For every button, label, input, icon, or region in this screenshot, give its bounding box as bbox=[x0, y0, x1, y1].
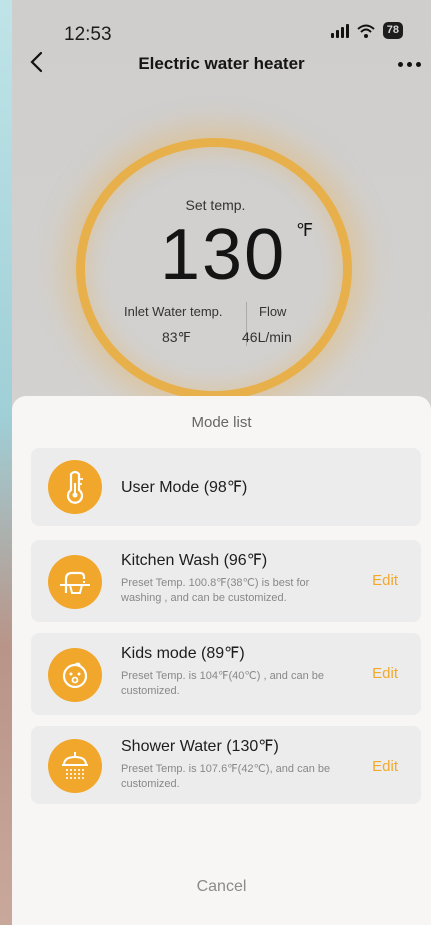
flow-label: Flow bbox=[259, 304, 287, 319]
thermometer-icon bbox=[48, 460, 102, 514]
more-dots-icon bbox=[398, 62, 403, 67]
mode-name: User Mode (98℉) bbox=[121, 479, 248, 496]
temp-unit: ℉ bbox=[296, 220, 314, 240]
clock: 12:53 bbox=[64, 24, 112, 45]
mode-name: Shower Water (130℉) bbox=[121, 738, 279, 755]
wifi-icon bbox=[357, 24, 375, 38]
cancel-button[interactable]: Cancel bbox=[12, 878, 431, 896]
mode-description: Preset Temp. is 104℉(40℃) , and can be c… bbox=[121, 670, 325, 697]
mode-item-user[interactable]: User Mode (98℉) bbox=[31, 448, 421, 526]
more-options-button[interactable] bbox=[398, 62, 421, 67]
sheet-title: Mode list bbox=[191, 414, 252, 431]
signal-icon bbox=[330, 23, 349, 38]
nav-bar: Electric water heater bbox=[12, 50, 431, 80]
set-temp-value: 130 bbox=[160, 215, 287, 295]
set-temp-label: Set temp. bbox=[185, 197, 246, 213]
shower-icon bbox=[48, 739, 102, 793]
status-icons: 78 bbox=[330, 22, 403, 39]
inlet-temp-value: 83℉ bbox=[162, 329, 191, 345]
mode-item-shower[interactable]: Shower Water (130℉) Preset Temp. is 107.… bbox=[31, 726, 421, 804]
faucet-icon bbox=[48, 555, 102, 609]
mode-name: Kitchen Wash (96℉) bbox=[121, 552, 268, 569]
mode-item-kitchen-wash[interactable]: Kitchen Wash (96℉) Preset Temp. 100.8℉(3… bbox=[31, 540, 421, 622]
flow-value: 46L/min bbox=[242, 329, 292, 345]
edit-button[interactable]: Edit bbox=[372, 665, 398, 682]
edit-button[interactable]: Edit bbox=[372, 758, 398, 775]
baby-icon bbox=[48, 648, 102, 702]
page-title: Electric water heater bbox=[138, 54, 305, 73]
battery-icon: 78 bbox=[382, 22, 403, 39]
status-bar: 12:53 78 bbox=[12, 0, 431, 50]
mode-description: Preset Temp. is 107.6℉(42℃), and can be … bbox=[121, 763, 331, 790]
mode-name: Kids mode (89℉) bbox=[121, 645, 245, 662]
inlet-temp-label: Inlet Water temp. bbox=[124, 304, 223, 319]
edit-button[interactable]: Edit bbox=[372, 572, 398, 589]
mode-list-sheet: Mode list User Mode (98℉) Kitchen Wash (… bbox=[12, 396, 431, 925]
mode-item-kids[interactable]: Kids mode (89℉) Preset Temp. is 104℉(40℃… bbox=[31, 633, 421, 715]
mode-description: Preset Temp. 100.8℉(38℃) is best for was… bbox=[121, 577, 310, 604]
